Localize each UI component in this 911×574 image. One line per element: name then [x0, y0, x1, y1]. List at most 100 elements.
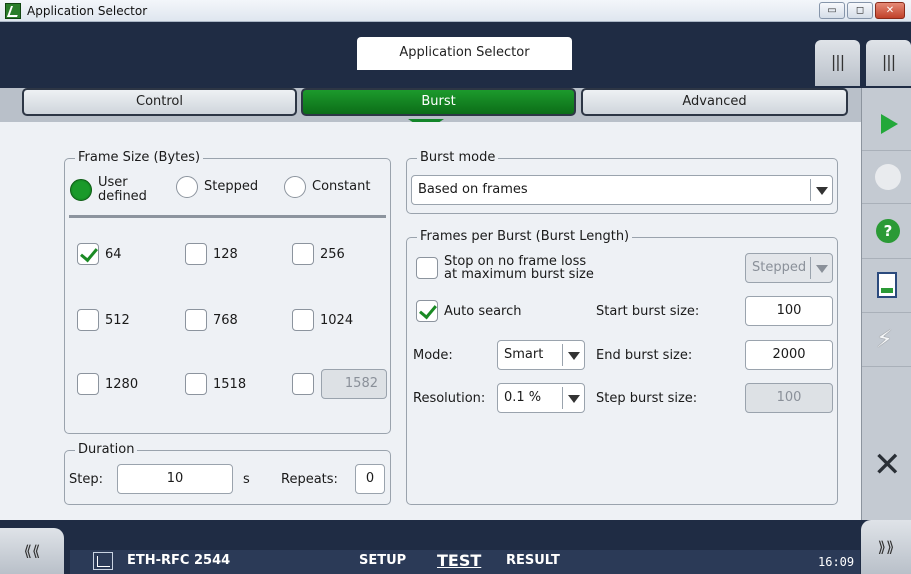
duration-legend: Duration: [75, 442, 138, 457]
checkbox-label: 128: [213, 246, 238, 262]
test-name: ETH-RFC 2544: [127, 553, 231, 568]
checkbox-label: 256: [320, 246, 345, 262]
checkbox-size-1280[interactable]: 1280: [77, 373, 138, 395]
help-button[interactable]: ?: [862, 206, 911, 259]
checkbox-size-custom[interactable]: [292, 373, 314, 395]
app-selector-tab[interactable]: Application Selector: [357, 37, 572, 70]
burst-mode-group: Burst mode Based on frames: [406, 150, 838, 214]
radio-circle: [70, 179, 92, 201]
mode-select[interactable]: Smart: [497, 340, 585, 370]
frame-size-legend: Frame Size (Bytes): [75, 150, 204, 165]
frame-size-group: Frame Size (Bytes) User defined Stepped …: [64, 150, 391, 434]
help-icon: ?: [876, 219, 900, 243]
checkbox-box: [416, 300, 438, 322]
checkbox-size-1518[interactable]: 1518: [185, 373, 246, 395]
checkbox-label: 768: [213, 312, 238, 328]
checkbox-box: [185, 309, 207, 331]
error-inject-button[interactable]: ⚡: [862, 314, 911, 367]
checkbox-size-512[interactable]: 512: [77, 309, 130, 331]
step-burst-label: Step burst size:: [596, 391, 698, 406]
mode-value: Smart: [504, 347, 544, 362]
checkbox-label: 1024: [320, 312, 354, 328]
step-unit: s: [243, 472, 250, 487]
report-button[interactable]: [862, 260, 911, 313]
checkbox-size-256[interactable]: 256: [292, 243, 345, 265]
checkbox-size-768[interactable]: 768: [185, 309, 238, 331]
chevron-down-icon: [562, 387, 584, 409]
checkbox-box: [185, 243, 207, 265]
tabs-row: Control Burst Advanced: [0, 88, 861, 122]
maximize-button[interactable]: ◻: [847, 2, 873, 19]
tab-test[interactable]: TEST: [437, 551, 481, 570]
radio-user-defined[interactable]: User defined: [70, 176, 147, 204]
tab-result[interactable]: RESULT: [506, 553, 560, 568]
radio-constant[interactable]: Constant: [284, 176, 370, 198]
checkbox-box: [185, 373, 207, 395]
minimize-button[interactable]: ▭: [819, 2, 845, 19]
checkbox-box: [292, 309, 314, 331]
stop-mode-select: Stepped: [745, 253, 833, 283]
divider: [69, 215, 386, 218]
checkbox-stop-on-no-loss[interactable]: Stop on no frame loss at maximum burst s…: [416, 255, 594, 281]
radio-user-defined-label-2: defined: [98, 189, 147, 204]
radio-constant-label: Constant: [312, 179, 371, 194]
stop-mode-value: Stepped: [752, 260, 807, 275]
panel-toggle-right-button[interactable]: |||: [866, 40, 911, 86]
radio-user-defined-label-1: User: [98, 175, 128, 190]
lightning-icon: ⚡: [876, 325, 893, 353]
window-title-bar: Application Selector ▭ ◻ ✕: [0, 0, 911, 22]
checkbox-label: 64: [105, 246, 122, 262]
step-burst-input: 100: [745, 383, 833, 413]
nav-left-button[interactable]: ⟪⟪: [0, 528, 64, 574]
radio-stepped[interactable]: Stepped: [176, 176, 258, 198]
auto-search-label: Auto search: [444, 303, 522, 319]
resolution-value: 0.1 %: [504, 390, 542, 405]
tab-advanced[interactable]: Advanced: [581, 88, 848, 116]
stop-label-2: at maximum burst size: [444, 267, 594, 282]
start-burst-input[interactable]: 100: [745, 296, 833, 326]
burst-mode-select[interactable]: Based on frames: [411, 175, 833, 205]
radio-stepped-label: Stepped: [204, 179, 259, 194]
tab-burst[interactable]: Burst: [301, 88, 576, 116]
frames-per-burst-group: Frames per Burst (Burst Length) Stop on …: [406, 229, 838, 505]
frames-per-burst-legend: Frames per Burst (Burst Length): [417, 229, 633, 244]
checkbox-box: [416, 257, 438, 279]
end-burst-input[interactable]: 2000: [745, 340, 833, 370]
checkbox-size-128[interactable]: 128: [185, 243, 238, 265]
tab-setup[interactable]: SETUP: [359, 553, 406, 568]
duration-group: Duration Step: 10 s Repeats: 0: [64, 442, 391, 505]
checkbox-box: [292, 243, 314, 265]
checkbox-size-1024[interactable]: 1024: [292, 309, 353, 331]
checkbox-box: [77, 309, 99, 331]
close-app-button[interactable]: ✕: [862, 440, 911, 493]
checkbox-label: 1280: [105, 376, 139, 392]
app-logo-icon: [5, 2, 21, 19]
checkbox-auto-search[interactable]: Auto search: [416, 300, 522, 322]
close-window-button[interactable]: ✕: [875, 2, 905, 19]
checkbox-label: 512: [105, 312, 130, 328]
burst-mode-legend: Burst mode: [417, 150, 499, 165]
tab-control[interactable]: Control: [22, 88, 297, 116]
report-icon: [877, 272, 897, 298]
checkbox-box: [292, 373, 314, 395]
mode-label: Mode:: [413, 348, 453, 363]
chevron-down-icon: [810, 179, 832, 201]
side-action-panel: ? ⚡ ✕: [861, 88, 911, 520]
custom-size-input[interactable]: 1582: [321, 369, 387, 399]
burst-mode-value: Based on frames: [418, 182, 528, 197]
window-title: Application Selector: [27, 3, 148, 18]
nav-right-button[interactable]: ⟫⟫: [861, 520, 911, 574]
checkbox-size-64[interactable]: 64: [77, 243, 122, 265]
start-test-button[interactable]: [862, 98, 911, 151]
resolution-label: Resolution:: [413, 391, 486, 406]
checkbox-box: [77, 373, 99, 395]
repeats-input[interactable]: 0: [355, 464, 385, 494]
resolution-select[interactable]: 0.1 %: [497, 383, 585, 413]
panel-toggle-left-button[interactable]: |||: [815, 40, 860, 86]
chevron-down-icon: [810, 257, 832, 279]
record-button[interactable]: [862, 151, 911, 204]
step-label: Step:: [69, 472, 103, 487]
end-burst-label: End burst size:: [596, 348, 693, 363]
play-icon: [881, 114, 898, 134]
step-input[interactable]: 10: [117, 464, 233, 494]
